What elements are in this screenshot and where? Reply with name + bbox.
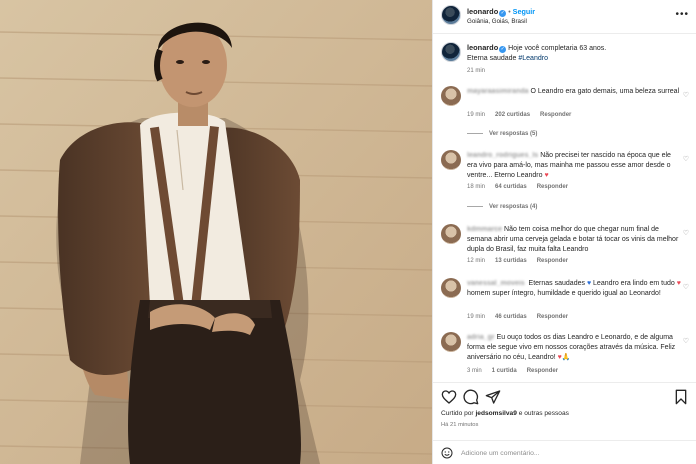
view-replies-button[interactable]: Ver respostas (4) (467, 204, 537, 210)
comment-likes[interactable]: 1 curtida (492, 368, 517, 374)
reply-button[interactable]: Responder (537, 258, 568, 264)
reply-button[interactable]: Responder (540, 112, 571, 118)
comment-meta: 3 min 1 curtida Responder (467, 368, 568, 374)
comment-text: vanessal_moveis Eternas saudades ♥ Leand… (467, 279, 681, 299)
comment-text: leandro_rodrigues_ls Não precisei ter nas… (467, 151, 681, 181)
caption-avatar[interactable] (441, 42, 461, 62)
caption-body-2: Eterna saudade (467, 55, 519, 62)
comment-meta: 12 min 13 curtidas Responder (467, 258, 578, 264)
reply-button[interactable]: Responder (527, 368, 558, 374)
author-username[interactable]: leonardo (467, 7, 498, 16)
liked-by-line[interactable]: Curtido por jedsomsilva9 e outras pessoa… (441, 410, 569, 417)
comment-input[interactable] (461, 446, 661, 460)
location-link[interactable]: Goiânia, Goiás, Brasil (467, 18, 527, 25)
commenter-avatar[interactable] (441, 86, 461, 106)
add-comment-bar (433, 440, 696, 464)
verified-badge-icon: ✓ (499, 46, 507, 53)
more-options-icon[interactable]: ••• (675, 9, 689, 20)
commenter-avatar[interactable] (441, 332, 461, 352)
caption-body: Hoje você completaria 63 anos. (508, 45, 607, 52)
comment-like-icon[interactable]: ♡ (683, 155, 689, 163)
replies-line (467, 132, 483, 134)
comment-meta: 18 min 64 curtidas Responder (467, 184, 578, 190)
comment-text: mayaraasimiranda O Leandro era gato demai… (467, 87, 681, 97)
comment-like-icon[interactable]: ♡ (683, 337, 689, 345)
red-heart-emoji: ♥ (676, 280, 681, 287)
comment-text: adria_gr Eu ouço todos os dias Leandro e … (467, 333, 681, 363)
replies-line (467, 205, 483, 207)
comment-time[interactable]: 12 min (467, 258, 485, 264)
author-avatar[interactable] (441, 5, 461, 25)
red-heart-emoji: ♥ (544, 172, 549, 179)
comment-time[interactable]: 19 min (467, 112, 485, 118)
post-header: leonardo ✓ • Seguir Goiânia, Goiás, Brasil … (433, 0, 696, 34)
reply-button[interactable]: Responder (537, 314, 568, 320)
comment-likes[interactable]: 46 curtidas (495, 314, 527, 320)
liked-by-prefix: Curtido por (441, 410, 476, 417)
commenter-username[interactable]: adria_gr (467, 334, 495, 341)
view-replies-label: Ver respostas (4) (489, 204, 538, 210)
comment-like-icon[interactable]: ♡ (683, 91, 689, 99)
separator-dot: • (508, 9, 511, 16)
comment-meta: 19 min 202 curtidas Responder (467, 112, 581, 118)
bookmark-icon[interactable] (673, 389, 689, 405)
post-photo[interactable] (0, 0, 432, 464)
view-replies-button[interactable]: Ver respostas (5) (467, 131, 537, 137)
post-panel: leonardo ✓ • Seguir Goiânia, Goiás, Brasil … (432, 0, 696, 464)
commenter-avatar[interactable] (441, 150, 461, 170)
comment-body: Eu ouço todos os dias Leandro e Leonardo… (467, 334, 676, 361)
comment-body: O Leandro era gato demais, uma beleza su… (530, 88, 680, 95)
comment-like-icon[interactable]: ♡ (683, 229, 689, 237)
comment-body-b: Leandro era lindo em tudo (591, 280, 677, 287)
speech-bubble-icon[interactable] (463, 389, 479, 405)
pray-emoji: 🙏 (561, 354, 571, 361)
commenter-username[interactable]: mayaraasimiranda (467, 88, 528, 95)
caption-time[interactable]: 21 min (467, 68, 485, 74)
caption-hashtag[interactable]: #Leandro (518, 55, 548, 62)
paper-plane-icon[interactable] (485, 389, 501, 405)
liked-by-suffix: e outras pessoas (516, 410, 569, 417)
comment-text: kdmmarce Não tem coisa melhor do que cheg… (467, 225, 681, 255)
commenter-avatar[interactable] (441, 278, 461, 298)
comment-body-a: Eternas saudades (526, 280, 587, 287)
comment-time[interactable]: 18 min (467, 184, 485, 190)
header-line: leonardo ✓ • Seguir (467, 7, 535, 17)
comment-meta: 19 min 46 curtidas Responder (467, 314, 578, 320)
follow-button[interactable]: Seguir (513, 7, 535, 16)
posted-time[interactable]: Há 21 minutos (441, 422, 478, 428)
commenter-username[interactable]: leandro_rodrigues_ls (467, 152, 538, 159)
photo-sepia-portrait (0, 0, 432, 464)
comment-likes[interactable]: 202 curtidas (495, 112, 530, 118)
heart-outline-icon[interactable] (441, 389, 457, 405)
reply-button[interactable]: Responder (537, 184, 568, 190)
comment-time[interactable]: 19 min (467, 314, 485, 320)
comment-likes[interactable]: 13 curtidas (495, 258, 527, 264)
commenter-avatar[interactable] (441, 224, 461, 244)
comment-like-icon[interactable]: ♡ (683, 283, 689, 291)
liked-by-user[interactable]: jedsomsilva9 (475, 410, 516, 417)
comment-likes[interactable]: 64 curtidas (495, 184, 527, 190)
caption-text: leonardo ✓ Hoje você completaria 63 anos.… (467, 43, 691, 64)
comment-body-c: homem super íntegro, humildade e querido… (467, 290, 661, 297)
view-replies-label: Ver respostas (5) (489, 131, 538, 137)
action-bar (433, 382, 696, 406)
smiley-icon[interactable] (441, 447, 453, 459)
verified-badge-icon: ✓ (499, 10, 507, 17)
commenter-username[interactable]: kdmmarce (467, 226, 502, 233)
commenter-username[interactable]: vanessal_moveis (467, 280, 525, 287)
caption-username[interactable]: leonardo (467, 43, 498, 52)
comment-time[interactable]: 3 min (467, 368, 482, 374)
